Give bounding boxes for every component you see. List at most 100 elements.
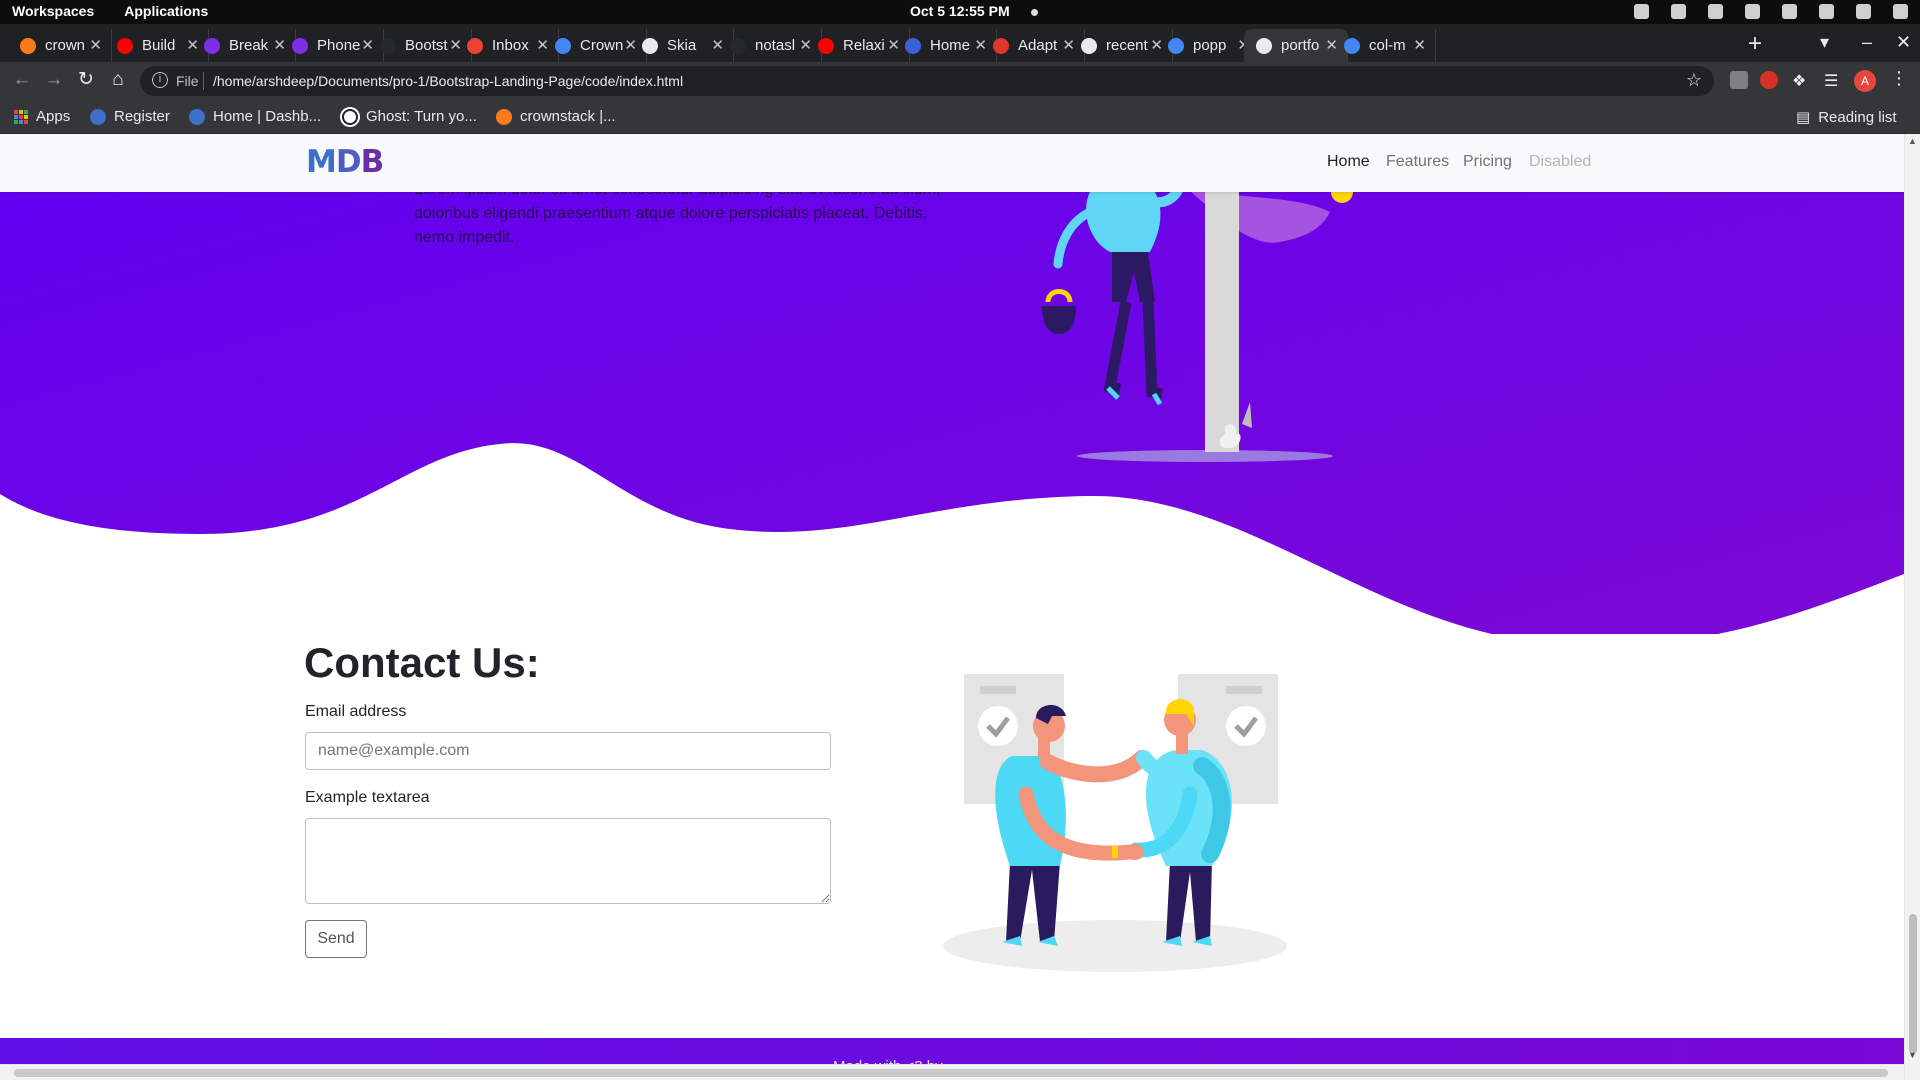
bookmark-label: Ghost: Turn yo...: [366, 108, 477, 125]
close-tab-icon[interactable]: ✕: [1413, 36, 1426, 54]
extensions-puzzle-icon[interactable]: ❖: [1792, 71, 1810, 90]
volume-icon[interactable]: [1819, 4, 1834, 19]
bookmark-apps[interactable]: Apps: [14, 108, 70, 125]
back-arrow-icon[interactable]: ←: [10, 68, 34, 92]
kaggle-icon: [90, 108, 106, 125]
chrome-icon[interactable]: [1708, 4, 1723, 19]
kaggle-icon: [189, 108, 205, 125]
close-tab-icon[interactable]: ✕: [89, 36, 102, 54]
message-textarea[interactable]: [305, 818, 831, 904]
tab-label: Inbox: [492, 37, 529, 54]
new-tab-button[interactable]: +: [1742, 32, 1768, 58]
extension-red-icon[interactable]: [1760, 71, 1778, 89]
bookmark-home-dashboard[interactable]: Home | Dashb...: [189, 108, 321, 125]
mdb-logo[interactable]: MDB: [306, 144, 384, 180]
bookmark-star-icon[interactable]: ☆: [1686, 70, 1702, 91]
url-text[interactable]: /home/arshdeep/Documents/pro-1/Bootstrap…: [213, 73, 683, 89]
nav-features[interactable]: Features: [1386, 153, 1449, 171]
browser-tab[interactable]: col-m ✕: [1332, 29, 1436, 62]
bookmark-ghost[interactable]: Ghost: Turn yo...: [342, 108, 477, 125]
bookmark-label: Home | Dashb...: [213, 108, 322, 125]
slack-icon[interactable]: [1671, 4, 1686, 19]
globe-icon: [1256, 37, 1272, 54]
tab-label: popp: [1193, 37, 1227, 54]
browser-toolbar: ← → ↻ ⌂ i File /home/arshdeep/Documents/…: [0, 62, 1920, 100]
workspaces-menu[interactable]: Workspaces: [12, 3, 94, 19]
browser-tab[interactable]: crown ✕: [8, 29, 112, 62]
hero-wave-background: [0, 134, 1904, 634]
tab-label: Phone: [317, 37, 361, 54]
power-icon[interactable]: [1893, 4, 1908, 19]
horizontal-scroll-thumb[interactable]: [14, 1069, 1888, 1077]
tab-label: Relaxi: [843, 37, 885, 54]
minimize-icon[interactable]: –: [1862, 32, 1872, 53]
forward-arrow-icon[interactable]: →: [42, 68, 66, 92]
reading-list-button[interactable]: ▤ Reading list: [1796, 108, 1897, 127]
address-bar[interactable]: i File /home/arshdeep/Documents/pro-1/Bo…: [140, 66, 1714, 96]
email-input[interactable]: [305, 732, 831, 770]
tab-label: Crown: [580, 37, 624, 54]
tab-label: recent: [1106, 37, 1148, 54]
tab-label: Break: [229, 37, 269, 54]
profile-avatar[interactable]: A: [1854, 70, 1876, 92]
email-label: Email address: [305, 703, 407, 720]
nav-pricing[interactable]: Pricing: [1463, 153, 1512, 171]
menu-kebab-icon[interactable]: ⋮: [1890, 68, 1908, 88]
nav-home[interactable]: Home: [1327, 153, 1370, 171]
reload-icon[interactable]: ↻: [74, 68, 98, 92]
tab-search-icon[interactable]: ▾: [1820, 32, 1829, 53]
bookmark-label: Apps: [36, 108, 71, 125]
apple-picker-illustration: [1042, 192, 1353, 462]
close-window-icon[interactable]: ✕: [1896, 32, 1911, 53]
wifi-icon[interactable]: [1782, 4, 1797, 19]
ghost-icon: [342, 108, 358, 125]
github-icon: [730, 37, 746, 54]
tab-label: Home: [930, 37, 971, 54]
media-control-icon[interactable]: ☰: [1824, 71, 1842, 90]
scroll-up-icon[interactable]: ▲: [1908, 136, 1917, 146]
system-clock[interactable]: Oct 5 12:55 PM: [910, 3, 1010, 19]
site-navbar: MDB Home Features Pricing Disabled: [0, 134, 1904, 192]
tab-label: Bootst: [405, 37, 448, 54]
nav-disabled: Disabled: [1529, 153, 1592, 170]
page-viewport: Lorem ipsum dolor sit amet consectetur a…: [0, 134, 1904, 1080]
send-button[interactable]: Send: [305, 920, 367, 958]
tab-label: Adapt: [1018, 37, 1058, 54]
omnibox-separator: [203, 72, 204, 90]
github-icon: [380, 37, 396, 54]
bookmarks-bar: Apps Register Home | Dashb... Ghost: Tur…: [0, 100, 1920, 134]
youtube-icon: [818, 37, 834, 54]
tab-label: Skia: [667, 37, 697, 54]
apps-grid-icon: [14, 109, 28, 124]
url-scheme: File: [176, 73, 199, 89]
scroll-down-icon[interactable]: ▼: [1908, 1050, 1917, 1060]
applications-menu[interactable]: Applications: [124, 3, 208, 19]
kaggle-icon: [905, 37, 921, 54]
vertical-scrollbar[interactable]: ▲ ▼: [1904, 134, 1920, 1080]
textarea-label: Example textarea: [305, 789, 430, 806]
horizontal-scrollbar[interactable]: [0, 1064, 1904, 1080]
battery-icon[interactable]: [1856, 4, 1871, 19]
bootstrap-icon: [292, 37, 308, 54]
extension-icon[interactable]: [1730, 71, 1748, 89]
tab-label: col-m: [1369, 37, 1406, 54]
home-icon[interactable]: ⌂: [106, 68, 130, 92]
discord-icon[interactable]: [1745, 4, 1760, 19]
tab-label: notasl: [755, 37, 796, 54]
system-tray[interactable]: [1634, 4, 1908, 19]
globe-icon: [642, 37, 658, 54]
globe-icon: [1081, 37, 1097, 54]
bookmark-crownstack[interactable]: crownstack |...: [496, 108, 616, 125]
vertical-scroll-thumb[interactable]: [1909, 914, 1917, 1054]
asterisk-icon: [993, 37, 1009, 54]
browser-tab-strip: crown ✕ Build ✕ Break ✕ Phone ✕ Bootst ✕ Inbox ✕ Cro…: [0, 24, 1920, 62]
gmail-icon: [467, 37, 483, 54]
reading-list-label: Reading list: [1818, 108, 1897, 126]
screenshot-icon[interactable]: [1634, 4, 1649, 19]
bookmark-register[interactable]: Register: [90, 108, 170, 125]
google-icon: [1168, 37, 1184, 54]
site-info-icon[interactable]: i: [152, 72, 168, 88]
google-icon: [1344, 37, 1360, 54]
crownstack-icon: [20, 37, 36, 54]
reading-list-icon: ▤: [1796, 109, 1811, 126]
